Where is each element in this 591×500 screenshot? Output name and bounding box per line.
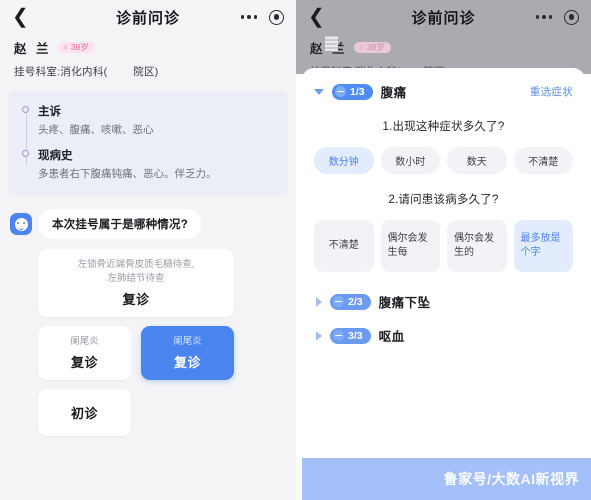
symptom-counter-pill: 3/3	[330, 327, 371, 344]
medical-summary-card: 主诉 头疼、腹痛、咳嗽、恶心 现病史 多患者右下腹痛钝痛、恶心。伴乏力。	[8, 91, 288, 196]
right-navbar: ❮ 诊前问诊	[296, 0, 591, 34]
minus-circle-icon[interactable]	[333, 330, 344, 341]
summary-title: 主诉	[38, 106, 61, 118]
summary-text: 头疼、腹痛、咳嗽、恶心	[38, 124, 154, 136]
symptom-header-expanded[interactable]: 1/3 腹痛 重选症状	[314, 82, 573, 101]
triangle-down-icon[interactable]	[314, 88, 324, 95]
patient-name: 赵 兰	[14, 42, 52, 56]
left-phone-screen: ❮ 诊前问诊 赵 兰 ♀ 38岁 挂号科室:消化内科( 院区) 主诉 头疼、腹痛…	[0, 0, 296, 500]
question-2-options: 不清楚 偶尔会发生每 偶尔会发生的 最多放是个字	[314, 220, 573, 272]
minus-circle-icon[interactable]	[333, 296, 344, 307]
bullet-icon	[22, 150, 29, 158]
symptom-header-collapsed-3[interactable]: 3/3 呕血	[314, 326, 573, 345]
option-box[interactable]: 偶尔会发生每	[380, 220, 440, 272]
option-pair-row: 阑尾炎 复诊 阑尾炎 复诊	[38, 325, 286, 380]
dual-screen-container: ❮ 诊前问诊 赵 兰 ♀ 38岁 挂号科室:消化内科( 院区) 主诉 头疼、腹痛…	[0, 0, 591, 500]
option-box[interactable]: 偶尔会发生的	[447, 220, 507, 272]
age-badge: ♀ 38岁	[58, 41, 95, 54]
left-navbar: ❮ 诊前问诊	[0, 0, 296, 34]
option-chip-selected[interactable]: 数分钟	[314, 147, 374, 174]
symptom-questionnaire-sheet: 1/3 腹痛 重选症状 1.出现这种症状多久了? 数分钟 数小时 数天 不清楚 …	[302, 68, 585, 500]
robot-face-icon	[10, 213, 32, 236]
summary-item-chief-complaint: 主诉 头疼、腹痛、咳嗽、恶心	[22, 103, 274, 137]
option-card-appendicitis-revisit-1[interactable]: 阑尾炎 复诊	[38, 325, 131, 380]
summary-text: 多患者右下腹痛钝痛、恶心。伴乏力。	[38, 168, 217, 181]
right-phone-screen: ❮ 诊前问诊 赵 兰 ♀ 38岁 挂号	[296, 0, 591, 500]
patient-header: 赵 兰 ♀ 38岁 挂号科室:消化内科( 院区)	[0, 34, 296, 79]
symptom-name: 呕血	[378, 330, 405, 344]
symptom-name: 腹痛下坠	[378, 296, 431, 310]
summary-title: 现病史	[38, 150, 73, 163]
back-icon[interactable]: ❮	[12, 7, 34, 27]
department-label: 挂号科室:消化内科( 院区)	[14, 66, 159, 78]
option-chip[interactable]: 数小时	[380, 147, 440, 174]
miniapp-capsule	[240, 9, 284, 25]
miniapp-capsule	[535, 9, 579, 25]
option-title: 初诊	[70, 405, 98, 421]
option-chip[interactable]: 数天	[447, 147, 507, 174]
triangle-right-icon[interactable]	[316, 330, 322, 341]
symptom-name: 腹痛	[380, 86, 407, 100]
symptom-counter-pill: 2/3	[330, 293, 371, 310]
back-icon[interactable]: ❮	[308, 7, 330, 27]
bot-question-bubble: 本次挂号属于是哪种情况?	[39, 209, 201, 240]
bullet-icon	[22, 106, 29, 113]
patient-name-row: 赵 兰 ♀ 38岁	[14, 38, 282, 57]
counter-label: 2/3	[348, 295, 363, 308]
counter-label: 1/3	[350, 85, 365, 98]
option-subtitle: 左锁骨近端骨皮质毛糙待查, 左肺结节待查	[77, 259, 195, 285]
option-card-revisit-detail[interactable]: 左锁骨近端骨皮质毛糙待查, 左肺结节待查 复诊	[38, 249, 234, 317]
age-badge: ♀ 38岁	[354, 41, 391, 54]
symptom-header-collapsed-2[interactable]: 2/3 腹痛下坠	[314, 292, 573, 311]
option-subtitle: 阑尾炎	[173, 335, 202, 347]
more-dots-icon[interactable]	[535, 14, 552, 20]
bot-message-row: 本次挂号属于是哪种情况?	[10, 209, 286, 240]
question-2-text: 2.请问患该病多久了?	[388, 194, 499, 206]
watermark-text: 鲁家号/大数AI新视界	[443, 471, 579, 487]
patient-name: 赵 兰	[310, 36, 347, 57]
target-circle-icon[interactable]	[564, 9, 579, 25]
triangle-right-icon[interactable]	[316, 296, 322, 307]
option-title: 复诊	[173, 354, 201, 370]
gender-icon: ♀	[62, 42, 69, 53]
patient-name-row: 赵 兰 ♀ 38岁	[310, 36, 577, 57]
more-dots-icon[interactable]	[240, 14, 257, 20]
option-box[interactable]: 不清楚	[314, 220, 374, 272]
age-label: 38岁	[70, 42, 89, 53]
answer-options: 左锁骨近端骨皮质毛糙待查, 左肺结节待查 复诊 阑尾炎 复诊 阑尾炎 复诊 初诊	[0, 239, 296, 436]
privacy-mask	[325, 36, 338, 51]
age-label: 38岁	[366, 42, 385, 53]
counter-label: 3/3	[348, 329, 363, 342]
gender-icon: ♀	[358, 42, 365, 53]
target-circle-icon[interactable]	[269, 9, 284, 25]
option-card-first-visit[interactable]: 初诊	[38, 388, 131, 436]
summary-item-present-illness: 现病史 多患者右下腹痛钝痛、恶心。伴乏力。	[22, 147, 274, 181]
collapsed-symptom-list: 2/3 腹痛下坠 3/3 呕血	[314, 292, 573, 345]
watermark-banner: 鲁家号/大数AI新视界	[302, 458, 591, 500]
option-box-selected[interactable]: 最多放是个字	[513, 220, 573, 272]
option-card-appendicitis-revisit-2-selected[interactable]: 阑尾炎 复诊	[141, 325, 234, 380]
option-chip[interactable]: 不清楚	[513, 147, 573, 174]
symptom-counter-pill: 1/3	[332, 83, 373, 100]
reselect-symptom-link[interactable]: 重选症状	[530, 84, 573, 99]
option-title: 复诊	[70, 354, 98, 370]
minus-circle-icon[interactable]	[335, 86, 346, 97]
question-1-text: 1.出现这种症状多久了?	[382, 121, 505, 133]
option-title: 复诊	[122, 291, 150, 307]
question-1-options: 数分钟 数小时 数天 不清楚	[314, 147, 573, 174]
option-subtitle: 阑尾炎	[70, 335, 99, 347]
chat-area: 本次挂号属于是哪种情况?	[0, 195, 296, 240]
